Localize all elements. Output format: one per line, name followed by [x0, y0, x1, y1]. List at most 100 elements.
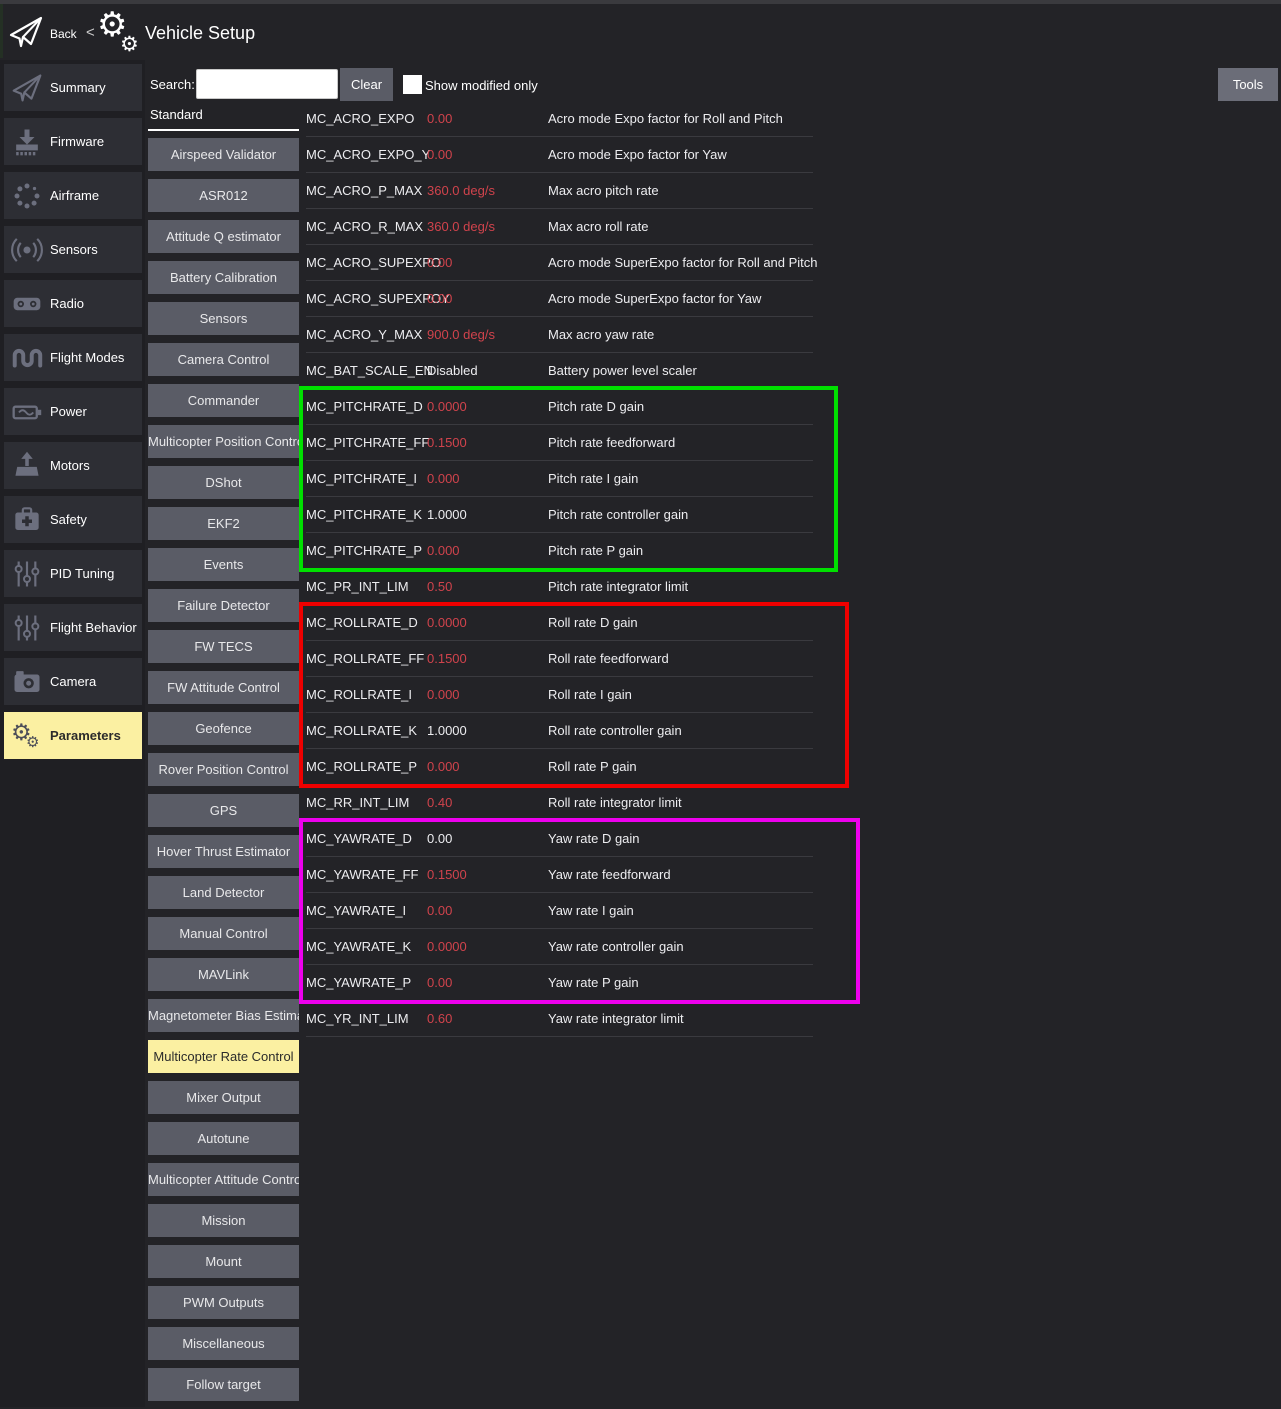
- category-group-header: Standard: [150, 107, 203, 122]
- category-button-gps[interactable]: GPS: [148, 794, 299, 827]
- parameter-row-mc-acro-expo[interactable]: MC_ACRO_EXPO 0.00 Acro mode Expo factor …: [306, 101, 813, 137]
- category-button-autotune[interactable]: Autotune: [148, 1122, 299, 1155]
- motors-icon: [4, 442, 50, 489]
- parameter-row-mc-bat-scale-en[interactable]: MC_BAT_SCALE_EN Disabled Battery power l…: [306, 353, 813, 389]
- category-button-rover-position-control[interactable]: Rover Position Control: [148, 753, 299, 786]
- category-button-attitude-q-estimator[interactable]: Attitude Q estimator: [148, 220, 299, 253]
- sidebar-item-flight-behavior[interactable]: Flight Behavior: [4, 604, 142, 651]
- category-button-geofence[interactable]: Geofence: [148, 712, 299, 745]
- category-button-pwm-outputs[interactable]: PWM Outputs: [148, 1286, 299, 1319]
- parameter-row-mc-acro-supexpo[interactable]: MC_ACRO_SUPEXPO 0.00 Acro mode SuperExpo…: [306, 245, 813, 281]
- category-button-multicopter-rate-control[interactable]: Multicopter Rate Control: [148, 1040, 299, 1073]
- firmware-icon: [4, 118, 50, 165]
- category-button-events[interactable]: Events: [148, 548, 299, 581]
- sidebar-item-parameters[interactable]: ⚙⚙ Parameters: [4, 712, 142, 759]
- plane-icon: [4, 64, 50, 111]
- parameter-row-mc-yawrate-d[interactable]: MC_YAWRATE_D 0.00 Yaw rate D gain: [306, 821, 813, 857]
- category-button-battery-calibration[interactable]: Battery Calibration: [148, 261, 299, 294]
- sidebar-item-firmware[interactable]: Firmware: [4, 118, 142, 165]
- category-button-airspeed-validator[interactable]: Airspeed Validator: [148, 138, 299, 171]
- category-group-underline: [148, 129, 299, 131]
- category-button-follow-target[interactable]: Follow target: [148, 1368, 299, 1401]
- parameter-table: MC_ACRO_EXPO 0.00 Acro mode Expo factor …: [306, 101, 813, 1037]
- category-button-fw-tecs[interactable]: FW TECS: [148, 630, 299, 663]
- radio-icon: [4, 280, 50, 327]
- parameter-row-mc-pitchrate-d[interactable]: MC_PITCHRATE_D 0.0000 Pitch rate D gain: [306, 389, 813, 425]
- category-button-multicopter-attitude-control[interactable]: Multicopter Attitude Control: [148, 1163, 299, 1196]
- parameter-row-mc-rollrate-i[interactable]: MC_ROLLRATE_I 0.000 Roll rate I gain: [306, 677, 813, 713]
- camera-icon: [4, 658, 50, 705]
- category-button-miscellaneous[interactable]: Miscellaneous: [148, 1327, 299, 1360]
- parameter-row-mc-acro-expo-y[interactable]: MC_ACRO_EXPO_Y 0.00 Acro mode Expo facto…: [306, 137, 813, 173]
- parameter-row-mc-pitchrate-k[interactable]: MC_PITCHRATE_K 1.0000 Pitch rate control…: [306, 497, 813, 533]
- parameter-row-mc-rollrate-ff[interactable]: MC_ROLLRATE_FF 0.1500 Roll rate feedforw…: [306, 641, 813, 677]
- parameter-row-mc-pitchrate-i[interactable]: MC_PITCHRATE_I 0.000 Pitch rate I gain: [306, 461, 813, 497]
- category-button-mixer-output[interactable]: Mixer Output: [148, 1081, 299, 1114]
- breadcrumb-chevron-icon: <: [86, 24, 95, 41]
- category-button-manual-control[interactable]: Manual Control: [148, 917, 299, 950]
- parameter-row-mc-yawrate-p[interactable]: MC_YAWRATE_P 0.00 Yaw rate P gain: [306, 965, 813, 1001]
- setup-sidebar: Summary Firmware Airframe Sensors Radio …: [4, 64, 142, 766]
- sidebar-item-power[interactable]: Power: [4, 388, 142, 435]
- parameter-row-mc-yawrate-ff[interactable]: MC_YAWRATE_FF 0.1500 Yaw rate feedforwar…: [306, 857, 813, 893]
- category-button-magnetometer-bias-estimator[interactable]: Magnetometer Bias Estimator: [148, 999, 299, 1032]
- category-button-land-detector[interactable]: Land Detector: [148, 876, 299, 909]
- search-label: Search:: [150, 77, 195, 92]
- category-button-failure-detector[interactable]: Failure Detector: [148, 589, 299, 622]
- parameter-row-mc-rollrate-p[interactable]: MC_ROLLRATE_P 0.000 Roll rate P gain: [306, 749, 813, 785]
- left-edge-strip: [0, 4, 3, 58]
- parameter-row-mc-acro-p-max[interactable]: MC_ACRO_P_MAX 360.0 deg/s Max acro pitch…: [306, 173, 813, 209]
- airframe-icon: [4, 172, 50, 219]
- vehicle-setup-gears-icon: ⚙⚙: [97, 8, 145, 60]
- page-title: Vehicle Setup: [145, 23, 255, 44]
- parameter-row-mc-rollrate-d[interactable]: MC_ROLLRATE_D 0.0000 Roll rate D gain: [306, 605, 813, 641]
- parameter-row-mc-acro-y-max[interactable]: MC_ACRO_Y_MAX 900.0 deg/s Max acro yaw r…: [306, 317, 813, 353]
- category-button-hover-thrust-estimator[interactable]: Hover Thrust Estimator: [148, 835, 299, 868]
- category-button-mavlink[interactable]: MAVLink: [148, 958, 299, 991]
- flight-behavior-icon: [4, 604, 50, 651]
- category-button-dshot[interactable]: DShot: [148, 466, 299, 499]
- safety-icon: [4, 496, 50, 543]
- parameter-row-mc-pr-int-lim[interactable]: MC_PR_INT_LIM 0.50 Pitch rate integrator…: [306, 569, 813, 605]
- category-list: Airspeed Validator ASR012 Attitude Q estim…: [148, 138, 299, 1409]
- category-button-ekf2[interactable]: EKF2: [148, 507, 299, 540]
- category-button-commander[interactable]: Commander: [148, 384, 299, 417]
- category-button-multicopter-position-control[interactable]: Multicopter Position Control: [148, 425, 299, 458]
- sidebar-item-sensors[interactable]: Sensors: [4, 226, 142, 273]
- sidebar-item-flight-modes[interactable]: Flight Modes: [4, 334, 142, 381]
- sidebar-item-camera[interactable]: Camera: [4, 658, 142, 705]
- sidebar-item-summary[interactable]: Summary: [4, 64, 142, 111]
- clear-button[interactable]: Clear: [340, 68, 393, 101]
- parameter-row-mc-yr-int-lim[interactable]: MC_YR_INT_LIM 0.60 Yaw rate integrator l…: [306, 1001, 813, 1037]
- parameter-row-mc-rr-int-lim[interactable]: MC_RR_INT_LIM 0.40 Roll rate integrator …: [306, 785, 813, 821]
- sidebar-item-safety[interactable]: Safety: [4, 496, 142, 543]
- parameter-row-mc-pitchrate-ff[interactable]: MC_PITCHRATE_FF 0.1500 Pitch rate feedfo…: [306, 425, 813, 461]
- pid-tuning-icon: [4, 550, 50, 597]
- header-bar: Back < ⚙⚙ Vehicle Setup: [0, 4, 1281, 60]
- parameter-row-mc-rollrate-k[interactable]: MC_ROLLRATE_K 1.0000 Roll rate controlle…: [306, 713, 813, 749]
- parameter-row-mc-acro-supexpoy[interactable]: MC_ACRO_SUPEXPOY 0.00 Acro mode SuperExp…: [306, 281, 813, 317]
- search-input[interactable]: [196, 69, 338, 99]
- qgc-plane-logo-icon: [8, 14, 44, 55]
- parameters-gears-icon: ⚙⚙: [4, 712, 50, 759]
- back-button[interactable]: Back: [50, 27, 77, 41]
- sidebar-item-airframe[interactable]: Airframe: [4, 172, 142, 219]
- flight-modes-icon: [4, 334, 50, 381]
- category-button-sensors[interactable]: Sensors: [148, 302, 299, 335]
- category-button-mount[interactable]: Mount: [148, 1245, 299, 1278]
- show-modified-checkbox[interactable]: [403, 75, 422, 94]
- tools-button[interactable]: Tools: [1218, 68, 1278, 101]
- category-button-asr012[interactable]: ASR012: [148, 179, 299, 212]
- sidebar-item-pid-tuning[interactable]: PID Tuning: [4, 550, 142, 597]
- sensors-icon: [4, 226, 50, 273]
- category-button-fw-attitude-control[interactable]: FW Attitude Control: [148, 671, 299, 704]
- sidebar-item-radio[interactable]: Radio: [4, 280, 142, 327]
- sidebar-item-motors[interactable]: Motors: [4, 442, 142, 489]
- parameter-row-mc-acro-r-max[interactable]: MC_ACRO_R_MAX 360.0 deg/s Max acro roll …: [306, 209, 813, 245]
- category-button-camera-control[interactable]: Camera Control: [148, 343, 299, 376]
- parameter-row-mc-pitchrate-p[interactable]: MC_PITCHRATE_P 0.000 Pitch rate P gain: [306, 533, 813, 569]
- category-button-mission[interactable]: Mission: [148, 1204, 299, 1237]
- parameter-row-mc-yawrate-i[interactable]: MC_YAWRATE_I 0.00 Yaw rate I gain: [306, 893, 813, 929]
- show-modified-label: Show modified only: [425, 78, 538, 93]
- parameter-row-mc-yawrate-k[interactable]: MC_YAWRATE_K 0.0000 Yaw rate controller …: [306, 929, 813, 965]
